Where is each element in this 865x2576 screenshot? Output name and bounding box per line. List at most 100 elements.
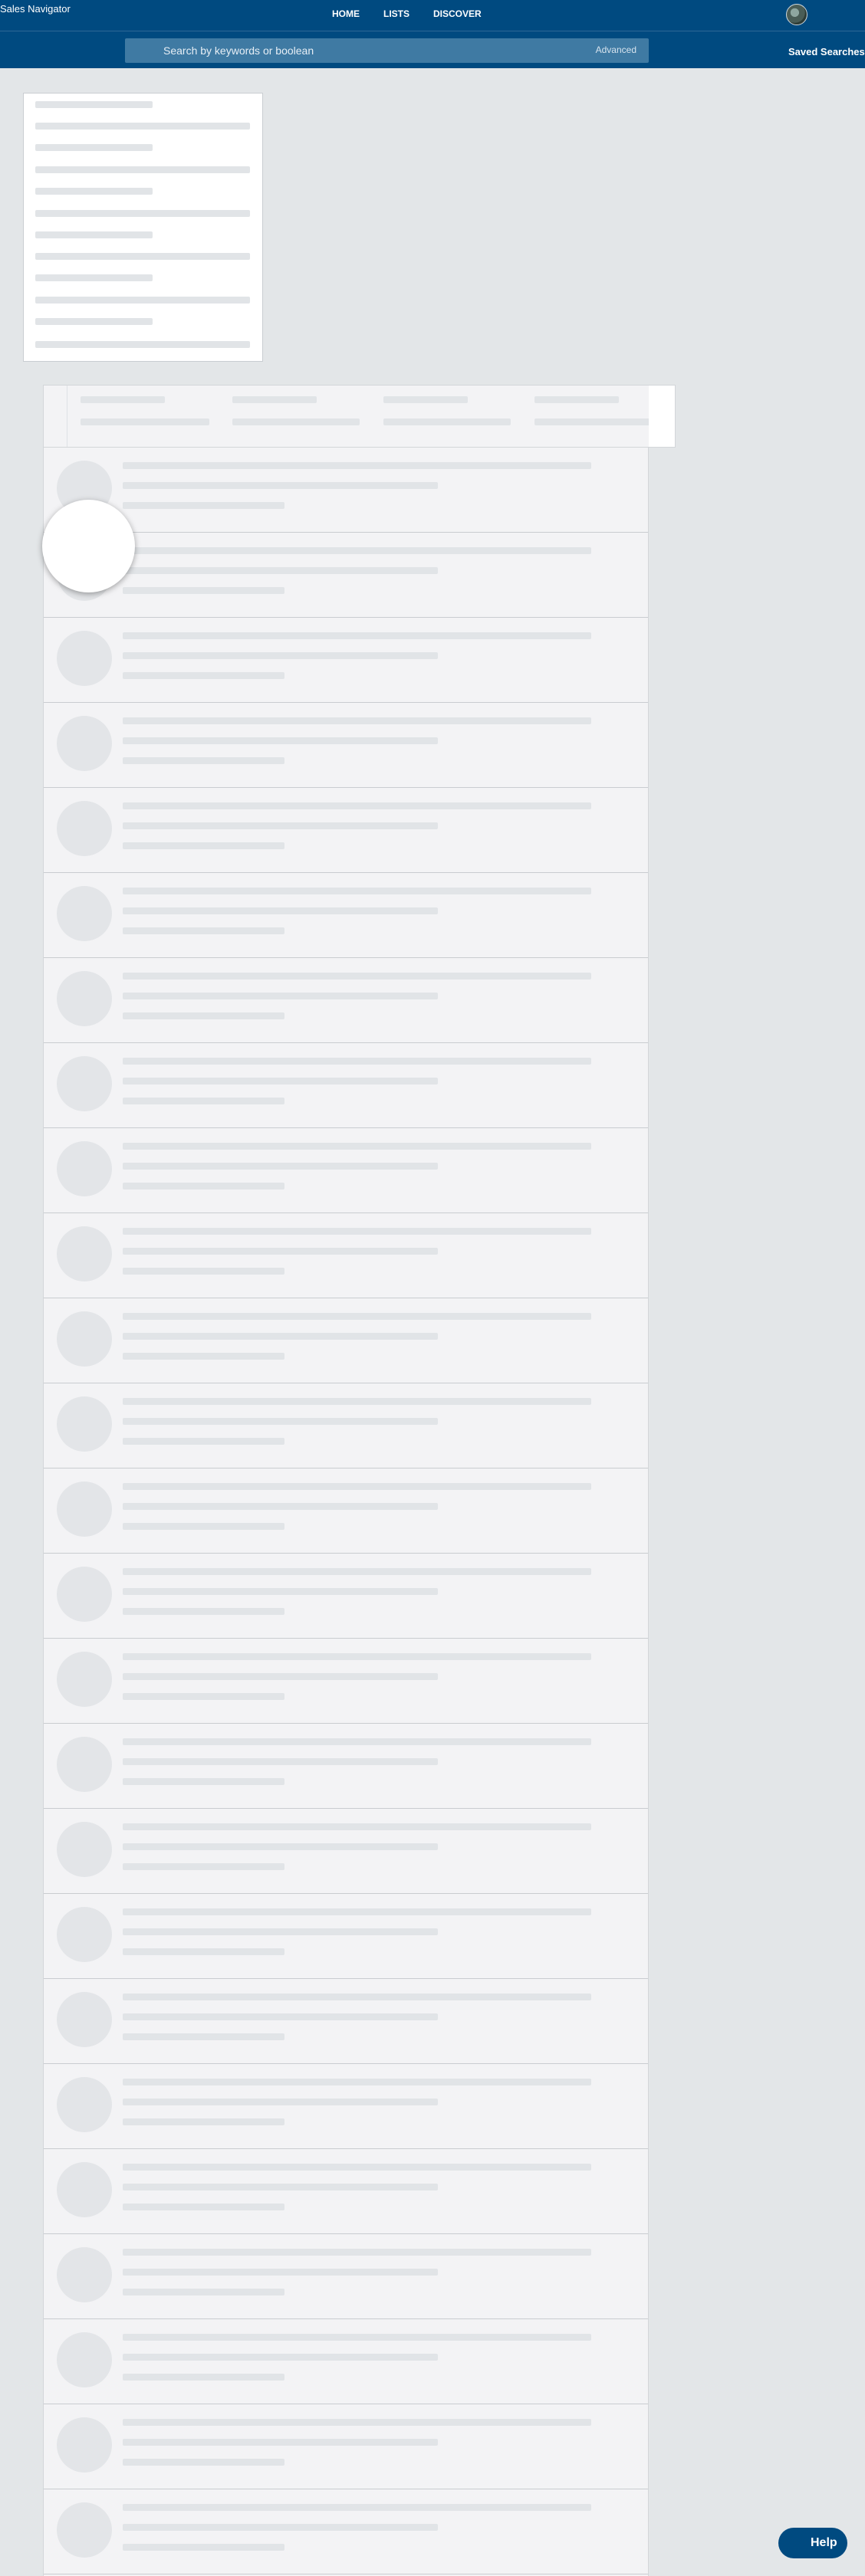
skeleton-line xyxy=(35,123,250,130)
skeleton-line xyxy=(123,2354,438,2361)
skeleton-line xyxy=(123,802,591,809)
skeleton-line xyxy=(123,672,284,679)
avatar-placeholder xyxy=(57,1226,112,1281)
skeleton-line xyxy=(123,1012,284,1019)
filter-panel-placeholder xyxy=(23,93,263,362)
result-row-placeholder xyxy=(44,1809,648,1894)
skeleton-line xyxy=(123,1438,284,1445)
avatar[interactable] xyxy=(786,4,807,25)
skeleton-line xyxy=(35,144,153,151)
skeleton-line xyxy=(123,1863,284,1870)
skeleton-line xyxy=(123,2334,591,2341)
skeleton-line xyxy=(123,1313,591,1320)
skeleton-line xyxy=(123,993,438,999)
skeleton-line xyxy=(123,2459,284,2466)
result-row-placeholder xyxy=(44,1639,648,1724)
skeleton-line xyxy=(123,1163,438,1170)
header-end-block xyxy=(649,386,675,447)
skeleton-line xyxy=(123,973,591,980)
skeleton-line xyxy=(35,253,250,260)
skeleton-line xyxy=(123,1568,591,1575)
skeleton-line xyxy=(123,2013,438,2020)
skeleton-line xyxy=(123,2099,438,2105)
skeleton-line xyxy=(81,418,209,425)
skeleton-line xyxy=(123,1948,284,1955)
skeleton-line xyxy=(123,502,284,509)
avatar-placeholder xyxy=(57,2162,112,2217)
skeleton-line xyxy=(123,1738,591,1745)
search-input[interactable] xyxy=(125,38,554,63)
result-row-placeholder xyxy=(44,618,648,703)
skeleton-line xyxy=(123,567,438,574)
skeleton-line xyxy=(123,1608,284,1615)
saved-searches-link[interactable]: Saved Searches xyxy=(788,46,865,57)
result-row-placeholder xyxy=(44,448,648,533)
help-button[interactable]: Help xyxy=(778,2528,847,2558)
skeleton-line xyxy=(123,757,284,764)
avatar-placeholder xyxy=(57,1737,112,1792)
avatar-placeholder xyxy=(57,1907,112,1962)
skeleton-line xyxy=(123,1228,591,1235)
skeleton-line xyxy=(383,418,511,425)
skeleton-line xyxy=(123,1908,591,1915)
result-row-placeholder xyxy=(44,1043,648,1128)
skeleton-line xyxy=(123,1143,591,1150)
avatar-placeholder xyxy=(57,631,112,686)
skeleton-line xyxy=(123,632,591,639)
nav-discover[interactable]: DISCOVER xyxy=(433,8,482,19)
avatar-placeholder xyxy=(57,2417,112,2473)
result-row-placeholder xyxy=(44,873,648,958)
nav-home[interactable]: HOME xyxy=(332,8,360,19)
skeleton-line xyxy=(123,462,591,469)
skeleton-line xyxy=(123,652,438,659)
result-row-placeholder xyxy=(44,788,648,873)
result-row-placeholder xyxy=(44,1554,648,1639)
skeleton-line xyxy=(123,1673,438,1680)
avatar-placeholder xyxy=(57,971,112,1026)
result-row-placeholder xyxy=(44,1128,648,1213)
skeleton-line xyxy=(123,1928,438,1935)
skeleton-line xyxy=(123,2289,284,2295)
skeleton-line xyxy=(123,842,284,849)
search-bar-row: Advanced Saved Searches xyxy=(0,31,865,68)
skeleton-line xyxy=(35,318,153,325)
skeleton-line xyxy=(383,396,468,403)
result-row-placeholder xyxy=(44,2404,648,2489)
advanced-search-link[interactable]: Advanced xyxy=(596,44,636,55)
skeleton-line xyxy=(123,2204,284,2210)
avatar-placeholder xyxy=(57,1482,112,1537)
result-row-placeholder xyxy=(44,2064,648,2149)
results-list-placeholder xyxy=(43,448,649,2576)
avatar-placeholder xyxy=(57,1567,112,1622)
result-row-placeholder xyxy=(44,2319,648,2404)
avatar-placeholder xyxy=(57,1822,112,1877)
skeleton-line xyxy=(123,2504,591,2511)
skeleton-line xyxy=(534,396,619,403)
skeleton-line xyxy=(123,1503,438,1510)
skeleton-line xyxy=(35,231,153,238)
skeleton-line xyxy=(123,2544,284,2551)
result-row-placeholder xyxy=(44,2149,648,2234)
result-row-placeholder xyxy=(44,2489,648,2574)
result-row-placeholder xyxy=(44,2234,648,2319)
skeleton-line xyxy=(123,2079,591,2085)
skeleton-line xyxy=(123,1823,591,1830)
skeleton-line xyxy=(123,1333,438,1340)
skeleton-line xyxy=(35,297,250,304)
skeleton-line xyxy=(123,1843,438,1850)
skeleton-line xyxy=(123,1268,284,1275)
result-row-placeholder xyxy=(44,1298,648,1383)
skeleton-line xyxy=(35,341,250,348)
skeleton-line xyxy=(123,2033,284,2040)
avatar-placeholder xyxy=(57,886,112,941)
skeleton-line xyxy=(123,2374,284,2381)
skeleton-line xyxy=(35,166,250,173)
skeleton-line xyxy=(123,1248,438,1255)
avatar-placeholder xyxy=(57,801,112,856)
brand-title[interactable]: Sales Navigator xyxy=(0,3,71,15)
skeleton-line xyxy=(123,1523,284,1530)
skeleton-line xyxy=(123,737,438,744)
skeleton-line xyxy=(123,717,591,724)
avatar-placeholder xyxy=(57,1652,112,1707)
nav-lists[interactable]: LISTS xyxy=(383,8,409,19)
